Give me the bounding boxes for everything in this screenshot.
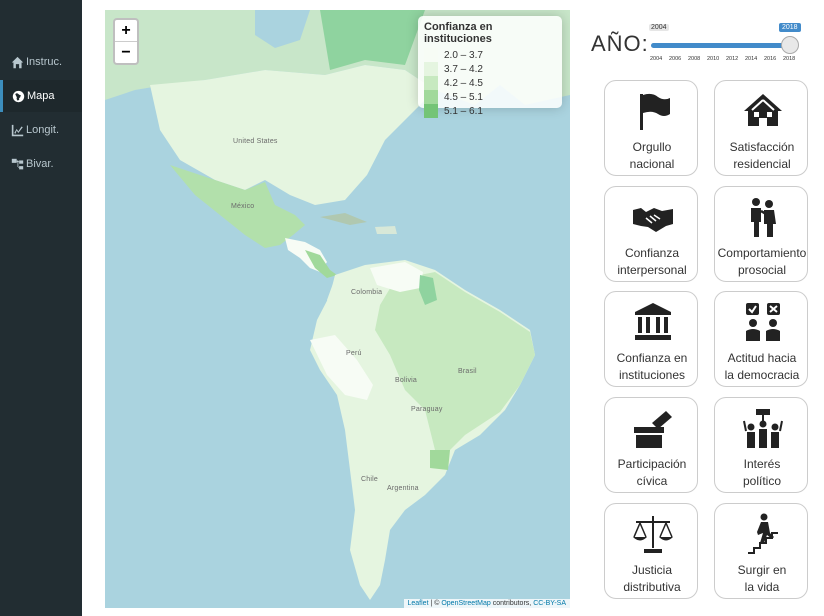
theme-label: Participación cívica xyxy=(617,457,687,488)
legend-label: 3.7 – 4.2 xyxy=(444,63,483,75)
protest-icon xyxy=(743,409,783,448)
theme-label: Interés político xyxy=(742,457,782,488)
zoom-control: + − xyxy=(113,18,139,65)
land-uruguay xyxy=(430,450,450,470)
nav-item-longit[interactable]: Longit. xyxy=(0,114,82,146)
nav-label: Mapa xyxy=(27,90,55,102)
slider-tick-label: 2016 xyxy=(764,56,777,62)
theme-label: Actitud hacia la democracia xyxy=(724,351,800,382)
theme-participacion-civica-button[interactable]: Participación cívica xyxy=(604,397,698,493)
slider-tick-label: 2006 xyxy=(669,56,682,62)
country-label: Paraguay xyxy=(411,406,443,413)
theme-label: Orgullo nacional xyxy=(629,140,675,171)
sidebar: Instruc. Mapa Longit. Bivar. xyxy=(0,0,82,616)
country-label: United States xyxy=(233,138,278,145)
legend-row: 4.2 – 4.5 xyxy=(424,76,556,90)
country-label: Colombia xyxy=(351,289,383,296)
nav-label: Longit. xyxy=(26,124,60,136)
country-label: México xyxy=(231,203,255,210)
ballot-box-icon xyxy=(634,411,672,448)
country-label: Bolivia xyxy=(395,377,418,384)
country-label: Brasil xyxy=(458,368,477,375)
legend-row: 2.0 – 3.7 xyxy=(424,48,556,62)
theme-label: Justicia distributiva xyxy=(623,563,681,594)
map-legend: Confianza en instituciones 2.0 – 3.7 3.7… xyxy=(418,16,562,118)
legend-row: 3.7 – 4.2 xyxy=(424,62,556,76)
theme-label: Surgir en la vida xyxy=(737,563,787,594)
slider-tick-label: 2010 xyxy=(707,56,720,62)
legend-swatch xyxy=(424,90,438,104)
institution-icon xyxy=(635,303,671,340)
theme-label: Satisfacción residencial xyxy=(729,140,795,171)
legend-label: 4.2 – 4.5 xyxy=(444,77,483,89)
theme-surgir-vida-button[interactable]: Surgir en la vida xyxy=(714,503,808,599)
legend-swatch xyxy=(424,76,438,90)
nav-item-mapa[interactable]: Mapa xyxy=(0,80,82,112)
slider-tick-label: 2004 xyxy=(650,56,663,62)
theme-confianza-interpersonal-button[interactable]: Confianza interpersonal xyxy=(604,186,698,282)
choropleth-map[interactable]: United States México Colombia Perú Boliv… xyxy=(105,10,570,608)
slider-tick-label: 2008 xyxy=(688,56,701,62)
theme-label: Comportamiento prosocial xyxy=(717,246,807,277)
country-label: Perú xyxy=(346,350,362,357)
zoom-out-button[interactable]: − xyxy=(115,41,137,63)
year-slider-handle[interactable] xyxy=(781,36,799,54)
legend-title: Confianza en instituciones xyxy=(424,21,493,45)
country-label: Chile xyxy=(361,476,378,483)
globe-icon xyxy=(12,90,25,102)
stairs-climb-icon xyxy=(748,513,778,554)
osm-link[interactable]: OpenStreetMap xyxy=(441,600,490,607)
leaflet-link[interactable]: Leaflet xyxy=(408,600,429,607)
theme-label: Confianza interpersonal xyxy=(617,246,687,277)
map-attribution: Leaflet | © OpenStreetMap contributors, … xyxy=(403,599,570,608)
zoom-in-button[interactable]: + xyxy=(115,20,137,41)
year-slider-track[interactable] xyxy=(651,43,791,48)
houses-icon xyxy=(744,94,782,126)
year-label: AÑO: xyxy=(591,31,649,56)
legend-row: 5.1 – 6.1 xyxy=(424,104,556,118)
line-chart-icon xyxy=(11,124,24,136)
theme-interes-politico-button[interactable]: Interés político xyxy=(714,397,808,493)
scales-icon xyxy=(633,516,673,553)
slider-tick-label: 2012 xyxy=(726,56,739,62)
slider-min-label: 2004 xyxy=(649,24,669,31)
legend-label: 4.5 – 5.1 xyxy=(444,91,483,103)
theme-label: Confianza en instituciones xyxy=(616,351,688,382)
theme-justicia-distributiva-button[interactable]: Justicia distributiva xyxy=(604,503,698,599)
handshake-icon xyxy=(633,208,673,232)
slider-tick-label: 2014 xyxy=(745,56,758,62)
land-cuba xyxy=(320,213,367,225)
slider-tick-label: 2018 xyxy=(783,56,796,62)
theme-satisfaccion-residencial-button[interactable]: Satisfacción residencial xyxy=(714,80,808,176)
theme-orgullo-nacional-button[interactable]: Orgullo nacional xyxy=(604,80,698,176)
legend-row: 4.5 – 5.1 xyxy=(424,90,556,104)
nav-label: Bivar. xyxy=(26,158,54,170)
nav-item-bivar[interactable]: Bivar. xyxy=(0,148,82,180)
legend-label: 5.1 – 6.1 xyxy=(444,105,483,117)
slider-value-label: 2018 xyxy=(779,23,801,32)
legend-swatch xyxy=(424,62,438,76)
home-icon xyxy=(11,56,24,68)
country-label: Argentina xyxy=(387,485,419,492)
legend-swatch xyxy=(424,104,438,118)
vote-people-icon xyxy=(746,303,780,341)
sitemap-icon xyxy=(11,158,24,169)
theme-actitud-democracia-button[interactable]: Actitud hacia la democracia xyxy=(714,291,808,387)
nav-label: Instruc. xyxy=(26,56,63,68)
theme-comportamiento-prosocial-button[interactable]: Comportamiento prosocial xyxy=(714,186,808,282)
land-hispaniola xyxy=(375,226,397,234)
flag-icon xyxy=(640,93,670,130)
attribution-contrib: contributors, xyxy=(490,600,534,607)
theme-confianza-instituciones-button[interactable]: Confianza en instituciones xyxy=(604,291,698,387)
nav-item-instruc[interactable]: Instruc. xyxy=(0,46,82,78)
attribution-sep: | © xyxy=(428,600,442,607)
people-helping-icon xyxy=(751,198,776,237)
license-link[interactable]: CC-BY-SA xyxy=(533,600,566,607)
legend-label: 2.0 – 3.7 xyxy=(444,49,483,61)
legend-swatch xyxy=(424,48,438,62)
